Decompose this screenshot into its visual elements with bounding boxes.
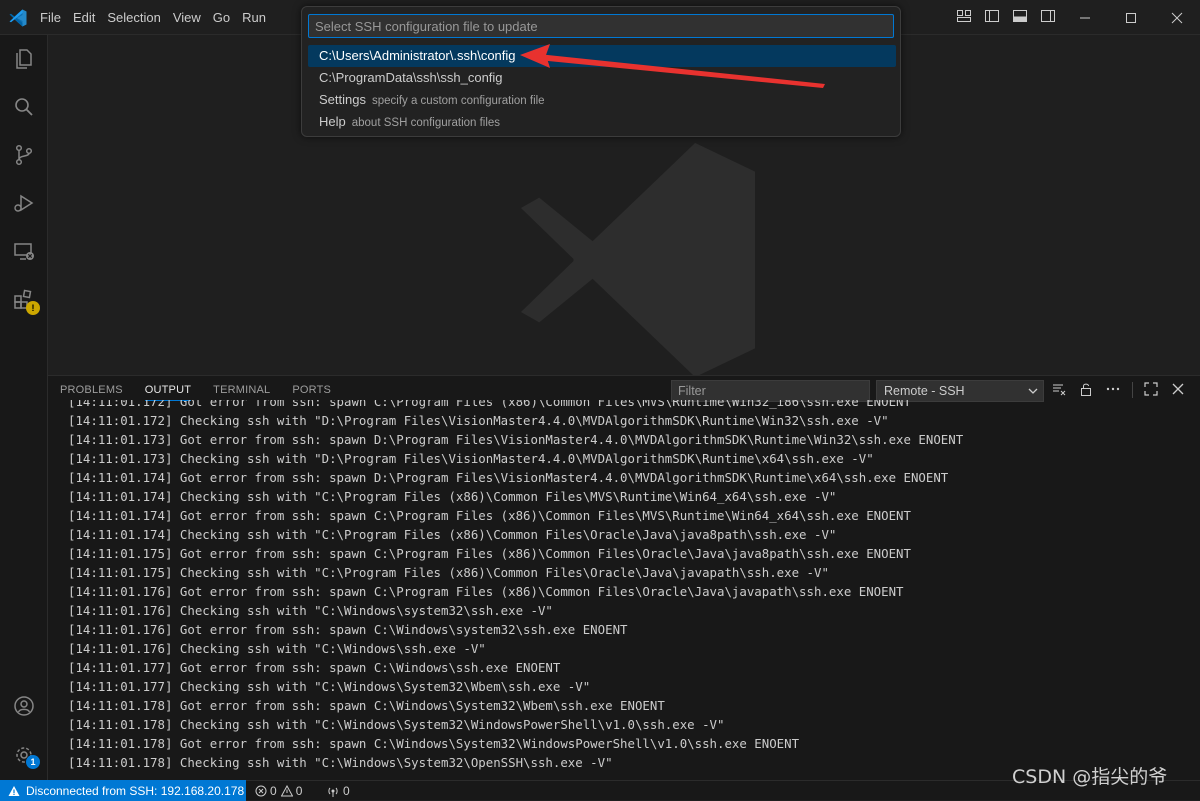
run-debug-icon[interactable] <box>12 192 36 216</box>
ports-count: 0 <box>343 784 350 798</box>
quick-pick-item-label: C:\Users\Administrator\.ssh\config <box>319 48 516 63</box>
quick-pick-item-help[interactable]: Help about SSH configuration files <box>308 111 896 133</box>
close-icon[interactable] <box>1154 0 1200 35</box>
warning-icon <box>8 785 20 796</box>
more-actions-icon[interactable] <box>1105 381 1122 398</box>
output-log[interactable]: [14:11:01.172] Got error from ssh: spawn… <box>68 400 1188 778</box>
log-line: [14:11:01.178] Got error from ssh: spawn… <box>68 736 800 751</box>
log-line: [14:11:01.175] Checking ssh with "C:\Pro… <box>68 565 829 580</box>
log-line: [14:11:01.176] Got error from ssh: spawn… <box>68 584 904 599</box>
panel-actions-divider <box>1132 381 1133 398</box>
vscode-watermark-icon <box>521 143 755 377</box>
maximize-icon[interactable] <box>1108 0 1154 35</box>
minimize-icon[interactable] <box>1062 0 1108 35</box>
accounts-icon[interactable] <box>12 694 36 718</box>
quick-pick-item-label: C:\ProgramData\ssh\ssh_config <box>319 70 503 85</box>
log-line: [14:11:01.173] Checking ssh with "D:\Pro… <box>68 451 874 466</box>
quick-pick-item-settings[interactable]: Settings specify a custom configuration f… <box>308 89 896 111</box>
log-line: [14:11:01.175] Got error from ssh: spawn… <box>68 546 911 561</box>
csdn-watermark: CSDN @指尖的爷 <box>1012 766 1168 788</box>
menu-go[interactable]: Go <box>207 0 236 35</box>
output-log-lines: [14:11:01.172] Got error from ssh: spawn… <box>68 400 963 772</box>
tab-ports[interactable]: PORTS <box>292 384 331 401</box>
output-channel-select[interactable]: Remote - SSH <box>876 380 1044 402</box>
log-line: [14:11:01.176] Got error from ssh: spawn… <box>68 622 628 637</box>
customize-layout-icon[interactable] <box>956 8 974 26</box>
log-line: [14:11:01.174] Got error from ssh: spawn… <box>68 470 949 485</box>
menu-selection[interactable]: Selection <box>101 0 166 35</box>
warning-count: 0 <box>295 784 303 798</box>
problems-status[interactable]: 0 0 <box>255 781 302 801</box>
log-line: [14:11:01.176] Checking ssh with "C:\Win… <box>68 641 486 656</box>
remote-indicator[interactable]: Disconnected from SSH: 192.168.20.178 <box>0 780 246 801</box>
panel-tabs: PROBLEMS OUTPUT TERMINAL PORTS <box>60 384 353 401</box>
ports-status[interactable]: 0 <box>326 781 350 801</box>
broadcast-icon <box>328 787 338 797</box>
menu-view[interactable]: View <box>167 0 207 35</box>
log-line: [14:11:01.174] Got error from ssh: spawn… <box>68 508 911 523</box>
window-controls <box>1062 0 1200 35</box>
toggle-panel-icon[interactable] <box>1012 8 1030 26</box>
quick-pick-item-label: Help <box>319 114 346 129</box>
log-line: [14:11:01.173] Got error from ssh: spawn… <box>68 432 964 447</box>
layout-controls <box>956 8 1058 26</box>
settings-update-badge: 1 <box>26 755 40 769</box>
quick-pick-item-label: Settings <box>319 92 366 107</box>
log-line: [14:11:01.177] Got error from ssh: spawn… <box>68 660 561 675</box>
search-icon[interactable] <box>12 95 36 119</box>
error-icon <box>255 785 267 797</box>
remote-status-text: Disconnected from SSH: 192.168.20.178 <box>26 783 245 798</box>
log-line: [14:11:01.178] Got error from ssh: spawn… <box>68 698 665 713</box>
remote-explorer-icon[interactable] <box>12 240 36 264</box>
activity-bar: ! 1 <box>0 35 48 780</box>
chevron-down-icon <box>1028 388 1038 394</box>
bottom-panel: PROBLEMS OUTPUT TERMINAL PORTS Remote - … <box>48 375 1200 780</box>
explorer-icon[interactable] <box>12 47 36 71</box>
close-panel-icon[interactable] <box>1170 381 1187 398</box>
log-line: [14:11:01.174] Checking ssh with "C:\Pro… <box>68 489 837 504</box>
error-count: 0 <box>270 784 277 798</box>
lock-scroll-icon[interactable] <box>1078 381 1095 398</box>
menu-edit[interactable]: Edit <box>67 0 101 35</box>
tab-output[interactable]: OUTPUT <box>144 384 192 401</box>
warning-outline-icon <box>280 785 293 797</box>
menu-file[interactable]: File <box>34 0 67 35</box>
tab-problems[interactable]: PROBLEMS <box>60 384 123 401</box>
quick-pick-input[interactable] <box>308 14 894 38</box>
log-line: [14:11:01.172] Checking ssh with "D:\Pro… <box>68 413 889 428</box>
menu-run[interactable]: Run <box>236 0 272 35</box>
log-line: [14:11:01.178] Checking ssh with "C:\Win… <box>68 755 613 770</box>
annotation-arrow-icon <box>520 44 825 88</box>
quick-pick-item-description: specify a custom configuration file <box>371 95 545 107</box>
output-channel-value: Remote - SSH <box>884 384 965 398</box>
output-filter-input[interactable] <box>671 380 870 402</box>
panel-actions <box>1051 381 1187 398</box>
maximize-panel-icon[interactable] <box>1143 381 1160 398</box>
quick-pick-item-description: about SSH configuration files <box>351 117 501 129</box>
log-line: [14:11:01.172] Got error from ssh: spawn… <box>68 400 911 409</box>
toggle-primary-sidebar-icon[interactable] <box>984 8 1002 26</box>
tab-terminal[interactable]: TERMINAL <box>213 384 270 401</box>
toggle-secondary-sidebar-icon[interactable] <box>1040 8 1058 26</box>
extensions-warning-badge: ! <box>26 301 40 315</box>
log-line: [14:11:01.174] Checking ssh with "C:\Pro… <box>68 527 837 542</box>
log-line: [14:11:01.176] Checking ssh with "C:\Win… <box>68 603 553 618</box>
vscode-logo-icon <box>9 9 27 27</box>
clear-output-icon[interactable] <box>1051 381 1068 398</box>
source-control-icon[interactable] <box>12 143 36 167</box>
log-line: [14:11:01.177] Checking ssh with "C:\Win… <box>68 679 591 694</box>
menu-bar: File Edit Selection View Go Run <box>34 0 272 35</box>
log-line: [14:11:01.178] Checking ssh with "C:\Win… <box>68 717 725 732</box>
